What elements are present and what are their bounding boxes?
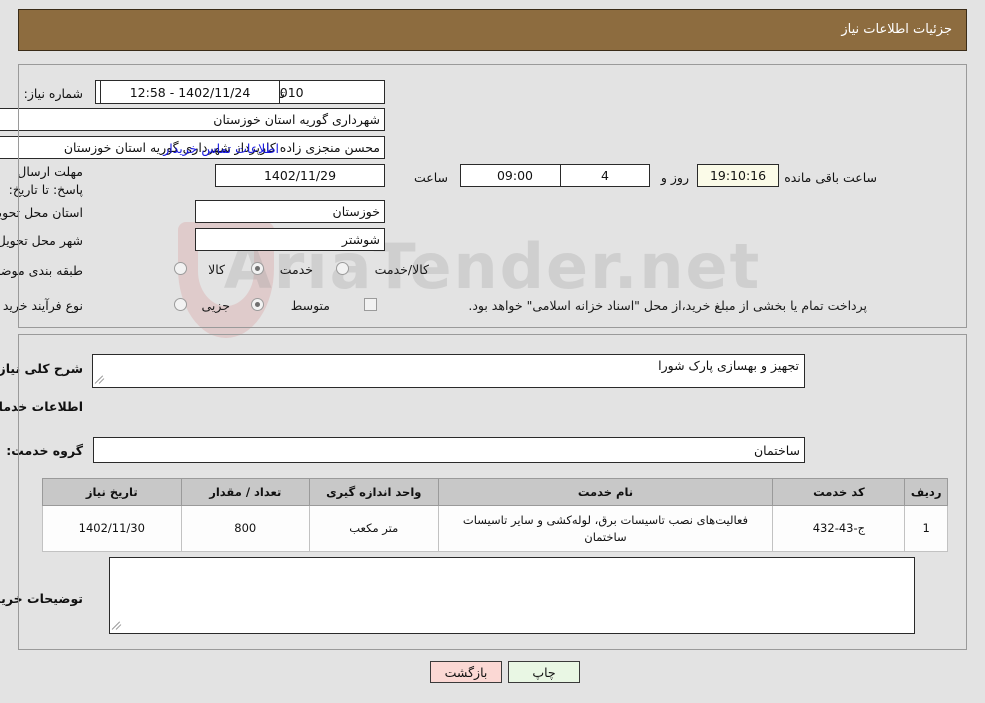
col-row-no: ردیف — [904, 478, 948, 506]
cell-row-no: 1 — [904, 504, 948, 553]
col-service-name: نام خدمت — [437, 478, 774, 506]
cell-need-date: 1402/11/30 — [42, 504, 182, 553]
print-button[interactable]: چاپ — [508, 661, 580, 683]
page-header-bar: جزئیات اطلاعات نیاز — [18, 9, 967, 51]
table-header-row: ردیف کد خدمت نام خدمت واحد اندازه گیری ت… — [42, 478, 948, 506]
table-row: 1 ج-43-432 فعالیت‌های نصب تاسیسات برق، ل… — [42, 504, 948, 553]
col-need-date: تاریخ نیاز — [42, 478, 182, 506]
back-button[interactable]: بازگشت — [430, 661, 502, 683]
cell-unit: متر مکعب — [309, 504, 439, 553]
col-quantity: تعداد / مقدار — [180, 478, 311, 506]
cell-service-code: ج-43-432 — [772, 504, 906, 553]
need-info-panel — [18, 64, 967, 328]
col-service-code: کد خدمت — [772, 478, 906, 506]
cell-service-name: فعالیت‌های نصب تاسیسات برق، لوله‌کشی و س… — [437, 504, 774, 553]
page-title: جزئیات اطلاعات نیاز — [841, 22, 952, 37]
cell-quantity: 800 — [180, 504, 311, 553]
col-unit: واحد اندازه گیری — [309, 478, 439, 506]
services-table: ردیف کد خدمت نام خدمت واحد اندازه گیری ت… — [42, 478, 948, 553]
